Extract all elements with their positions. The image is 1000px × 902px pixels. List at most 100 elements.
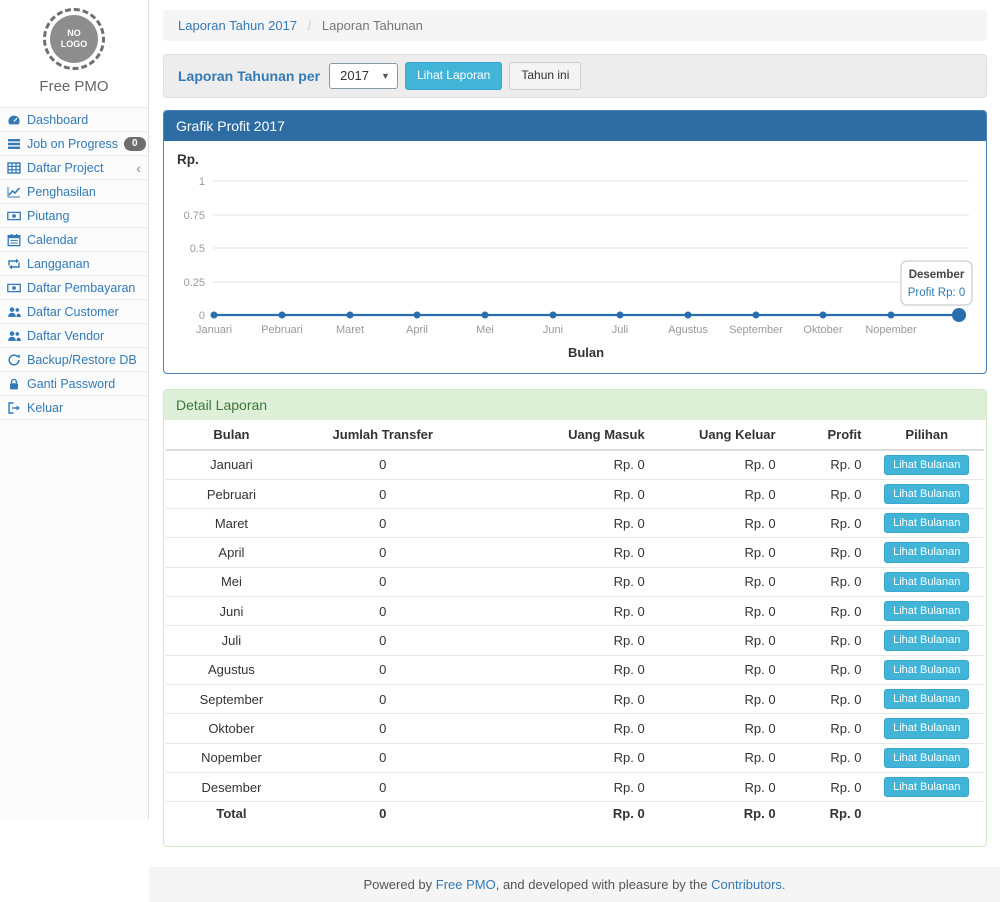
col-profit: Profit [784,420,870,450]
cell-uang-masuk: Rp. 0 [469,714,653,743]
cell-profit: Rp. 0 [784,655,870,684]
sidebar-menu: Dashboard Job on Progress 0 Daftar Proje… [0,107,148,420]
x-tick: Pebruari [261,324,303,336]
sidebar-item-penghasilan[interactable]: Penghasilan [0,180,148,204]
cell-bulan: Juni [166,597,297,626]
cell-profit: Rp. 0 [784,684,870,713]
breadcrumb: Laporan Tahun 2017 / Laporan Tahunan [163,10,987,41]
sidebar-item-daftar-vendor[interactable]: Daftar Vendor [0,324,148,348]
cell-jumlah-transfer: 0 [297,743,469,772]
cell-uang-masuk: Rp. 0 [469,684,653,713]
table-row: Nopember 0 Rp. 0 Rp. 0 Rp. 0 Lihat Bulan… [166,743,984,772]
chart-point-mei[interactable] [482,311,489,318]
cell-bulan: Nopember [166,743,297,772]
cell-uang-keluar: Rp. 0 [653,450,784,480]
sidebar-item-calendar[interactable]: Calendar [0,228,148,252]
cell-jumlah-transfer: 0 [297,479,469,508]
lihat-laporan-button[interactable]: Lihat Laporan [405,62,502,90]
calendar-icon [7,233,21,247]
cell-bulan: Oktober [166,714,297,743]
tahun-ini-button[interactable]: Tahun ini [509,62,581,90]
sidebar-item-keluar[interactable]: Keluar [0,396,148,420]
cell-uang-keluar: Rp. 0 [653,538,784,567]
table-row: Pebruari 0 Rp. 0 Rp. 0 Rp. 0 Lihat Bulan… [166,479,984,508]
dashboard-icon [7,113,21,127]
chart-point-pebruari[interactable] [279,311,286,318]
lihat-bulanan-button[interactable]: Lihat Bulanan [884,660,969,680]
refresh-icon [7,353,21,367]
breadcrumb-current: Laporan Tahunan [322,18,423,33]
footer-link-free-pmo[interactable]: Free PMO [436,877,496,892]
sidebar-item-dashboard[interactable]: Dashboard [0,108,148,132]
lihat-bulanan-button[interactable]: Lihat Bulanan [884,572,969,592]
chart-point-oktober[interactable] [820,311,827,318]
cell-profit: Rp. 0 [784,714,870,743]
lihat-bulanan-button[interactable]: Lihat Bulanan [884,513,969,533]
year-select[interactable]: 2017 ▼ [329,63,398,89]
lihat-bulanan-button[interactable]: Lihat Bulanan [884,630,969,650]
cell-profit: Rp. 0 [784,772,870,801]
chart-point-desember-active[interactable] [952,308,966,322]
sidebar-item-piutang[interactable]: Piutang [0,204,148,228]
line-chart-icon [7,185,21,199]
x-tick: Juni [543,324,563,336]
cell-uang-keluar: Rp. 0 [653,626,784,655]
sidebar-item-label: Ganti Password [27,377,115,391]
tooltip-value: Profit Rp: 0 [908,287,966,299]
col-uang-masuk: Uang Masuk [469,420,653,450]
cell-uang-keluar: Rp. 0 [653,655,784,684]
cell-jumlah-transfer: 0 [297,450,469,480]
lihat-bulanan-button[interactable]: Lihat Bulanan [884,748,969,768]
chart-point-januari[interactable] [211,311,218,318]
cell-jumlah-transfer: 0 [297,772,469,801]
sidebar-item-label: Piutang [27,209,69,223]
lihat-bulanan-button[interactable]: Lihat Bulanan [884,601,969,621]
sidebar-item-daftar-customer[interactable]: Daftar Customer [0,300,148,324]
sidebar-item-daftar-pembayaran[interactable]: Daftar Pembayaran [0,276,148,300]
lihat-bulanan-button[interactable]: Lihat Bulanan [884,455,969,475]
sidebar-item-backup-restore-db[interactable]: Backup/Restore DB [0,348,148,372]
cell-uang-masuk: Rp. 0 [469,597,653,626]
cell-profit: Rp. 0 [784,597,870,626]
sidebar-item-daftar-project[interactable]: Daftar Project ‹ [0,156,148,180]
cell-jumlah-transfer: 0 [297,714,469,743]
sidebar-item-label: Daftar Vendor [27,329,104,343]
table-row: Mei 0 Rp. 0 Rp. 0 Rp. 0 Lihat Bulanan [166,567,984,596]
sidebar-item-langganan[interactable]: Langganan [0,252,148,276]
lihat-bulanan-button[interactable]: Lihat Bulanan [884,689,969,709]
cell-jumlah-transfer: 0 [297,597,469,626]
x-tick: Januari [196,324,232,336]
chart-point-juli[interactable] [617,311,624,318]
cell-uang-masuk: Rp. 0 [469,479,653,508]
table-row: Juli 0 Rp. 0 Rp. 0 Rp. 0 Lihat Bulanan [166,626,984,655]
lihat-bulanan-button[interactable]: Lihat Bulanan [884,484,969,504]
table-total-row: Total 0 Rp. 0 Rp. 0 Rp. 0 [166,802,984,826]
sidebar-item-job-on-progress[interactable]: Job on Progress 0 [0,132,148,156]
total-jumlah-transfer: 0 [297,802,469,826]
chart-point-agustus[interactable] [685,311,692,318]
chart-point-maret[interactable] [347,311,354,318]
lihat-bulanan-button[interactable]: Lihat Bulanan [884,718,969,738]
chart-point-nopember[interactable] [888,311,895,318]
retweet-icon [7,257,21,271]
lihat-bulanan-button[interactable]: Lihat Bulanan [884,542,969,562]
sign-out-icon [7,401,21,415]
cell-uang-masuk: Rp. 0 [469,772,653,801]
main-content: Laporan Tahun 2017 / Laporan Tahunan Lap… [149,0,1000,847]
chart-point-september[interactable] [753,311,760,318]
x-axis-label: Bulan [568,345,604,360]
chart-point-juni[interactable] [550,311,557,318]
sidebar-item-label: Job on Progress [27,137,118,151]
cell-profit: Rp. 0 [784,626,870,655]
chart-tooltip: Desember Profit Rp: 0 [901,261,972,305]
chart-point-april[interactable] [414,311,421,318]
cell-uang-keluar: Rp. 0 [653,479,784,508]
footer-link-contributors[interactable]: Contributors. [711,877,785,892]
cell-uang-keluar: Rp. 0 [653,684,784,713]
profit-chart-panel: Grafik Profit 2017 Rp. 1 0.75 0.5 0.25 0 [163,110,987,374]
total-uang-keluar: Rp. 0 [653,802,784,826]
sidebar-item-ganti-password[interactable]: Ganti Password [0,372,148,396]
total-profit: Rp. 0 [784,802,870,826]
breadcrumb-link-laporan-tahun[interactable]: Laporan Tahun 2017 [178,18,297,33]
lihat-bulanan-button[interactable]: Lihat Bulanan [884,777,969,797]
